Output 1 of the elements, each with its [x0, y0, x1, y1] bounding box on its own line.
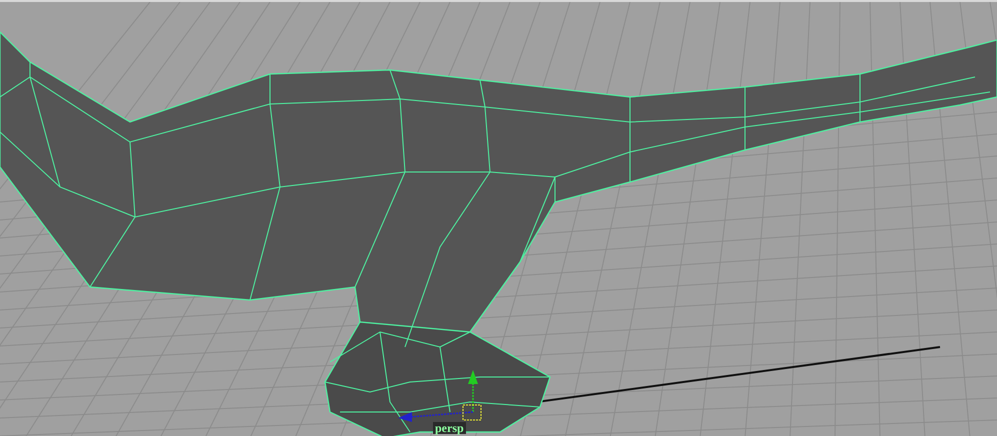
camera-label: persp — [433, 422, 466, 434]
